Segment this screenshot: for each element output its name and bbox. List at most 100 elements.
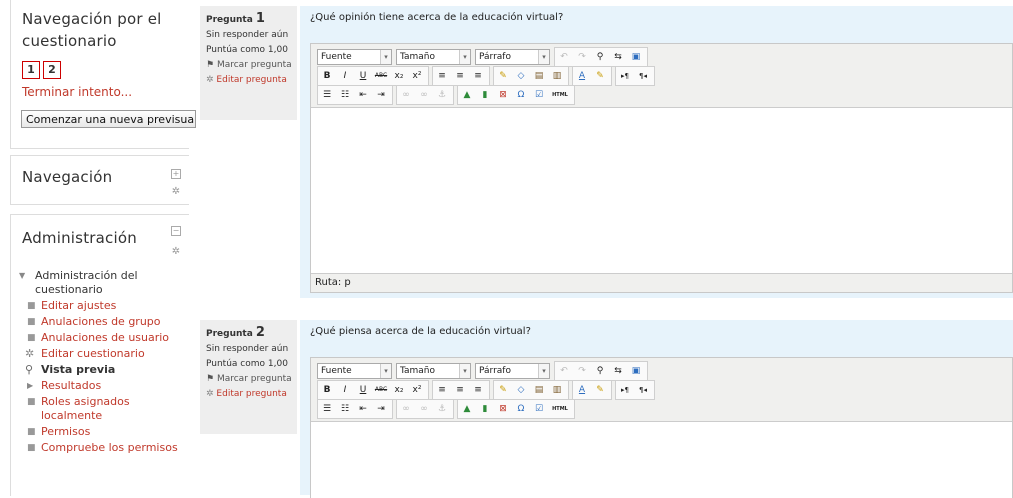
finish-attempt-link[interactable]: Terminar intento... <box>22 85 132 99</box>
underline-icon[interactable]: U <box>355 68 371 84</box>
format-select[interactable]: Párrafo ▾ <box>475 363 550 379</box>
underline-icon[interactable]: U <box>355 382 371 398</box>
flag-question-link[interactable]: ⚑ Marcar pregunta <box>206 374 293 385</box>
redo-icon[interactable]: ↷ <box>574 363 590 379</box>
subscript-icon[interactable]: x₂ <box>391 382 407 398</box>
tree-item-edit-quiz[interactable]: ✲ Editar cuestionario <box>19 347 187 361</box>
align-center-icon[interactable]: ≡ <box>452 382 468 398</box>
special-char-icon[interactable]: Ω <box>513 401 529 417</box>
question-button-1[interactable]: 1 <box>22 61 40 79</box>
image-icon[interactable]: ▲ <box>459 87 475 103</box>
italic-icon[interactable]: I <box>337 382 353 398</box>
size-select[interactable]: Tamaño ▾ <box>396 363 471 379</box>
align-right-icon[interactable]: ≡ <box>470 382 486 398</box>
fullscreen-icon[interactable]: ▣ <box>628 49 644 65</box>
collapse-icon[interactable]: − <box>171 226 181 236</box>
media-icon[interactable]: ▮ <box>477 401 493 417</box>
numbered-list-icon[interactable]: ☷ <box>337 401 353 417</box>
undo-icon[interactable]: ↶ <box>556 363 572 379</box>
html-source-icon[interactable]: HTML <box>549 87 571 103</box>
clean-format-icon[interactable]: ✎ <box>495 382 511 398</box>
image-icon[interactable]: ▲ <box>459 401 475 417</box>
numbered-list-icon[interactable]: ☷ <box>337 87 353 103</box>
find-icon[interactable]: ⚲ <box>592 363 608 379</box>
rich-text-editor[interactable]: Fuente ▾ Tamaño ▾ Párrafo ▾ ↶ ↷ ⚲ ⇆ ▣ B I U… <box>310 43 1013 293</box>
paste-text-icon[interactable]: ▤ <box>531 382 547 398</box>
spellcheck-icon[interactable]: ☑ <box>531 401 547 417</box>
align-left-icon[interactable]: ≡ <box>434 68 450 84</box>
indent-icon[interactable]: ⇥ <box>373 87 389 103</box>
tree-item-edit-settings[interactable]: ■ Editar ajustes <box>19 299 187 313</box>
gear-icon[interactable]: ✲ <box>171 187 181 197</box>
strikethrough-icon[interactable]: ABC <box>373 382 389 398</box>
highlight-color-icon[interactable]: ✎ <box>592 68 608 84</box>
anchor-icon[interactable]: ⚓ <box>434 87 450 103</box>
replace-icon[interactable]: ⇆ <box>610 363 626 379</box>
clean-format-icon[interactable]: ✎ <box>495 68 511 84</box>
undo-icon[interactable]: ↶ <box>556 49 572 65</box>
outdent-icon[interactable]: ⇤ <box>355 401 371 417</box>
moodle-media-icon[interactable]: ⊠ <box>495 87 511 103</box>
align-left-icon[interactable]: ≡ <box>434 382 450 398</box>
html-source-icon[interactable]: HTML <box>549 401 571 417</box>
restart-preview-button[interactable]: Comenzar una nueva previsualización <box>21 110 196 128</box>
paste-word-icon[interactable]: ▥ <box>549 68 565 84</box>
link-icon[interactable]: ∞ <box>398 87 414 103</box>
rtl-icon[interactable]: ¶◂ <box>635 382 651 398</box>
bullet-list-icon[interactable]: ☰ <box>319 401 335 417</box>
font-select[interactable]: Fuente ▾ <box>317 363 392 379</box>
tree-item-group-overrides[interactable]: ■ Anulaciones de grupo <box>19 315 187 329</box>
bullet-list-icon[interactable]: ☰ <box>319 87 335 103</box>
paste-text-icon[interactable]: ▤ <box>531 68 547 84</box>
format-select[interactable]: Párrafo ▾ <box>475 49 550 65</box>
superscript-icon[interactable]: x² <box>409 382 425 398</box>
font-select[interactable]: Fuente ▾ <box>317 49 392 65</box>
ltr-icon[interactable]: ▸¶ <box>617 382 633 398</box>
tree-item-local-roles[interactable]: ■ Roles asignados localmente <box>19 395 187 423</box>
edit-question-link[interactable]: ✲ Editar pregunta <box>206 389 293 400</box>
tree-item-permissions[interactable]: ■ Permisos <box>19 425 187 439</box>
edit-question-link[interactable]: ✲ Editar pregunta <box>206 75 293 86</box>
text-color-icon[interactable]: A <box>574 68 590 84</box>
indent-icon[interactable]: ⇥ <box>373 401 389 417</box>
tree-item-preview[interactable]: ⚲ Vista previa <box>19 363 187 377</box>
italic-icon[interactable]: I <box>337 68 353 84</box>
align-center-icon[interactable]: ≡ <box>452 68 468 84</box>
eraser-icon[interactable]: ◇ <box>513 68 529 84</box>
bold-icon[interactable]: B <box>319 382 335 398</box>
link-icon[interactable]: ∞ <box>398 401 414 417</box>
unlink-icon[interactable]: ∞ <box>416 401 432 417</box>
strikethrough-icon[interactable]: ABC <box>373 68 389 84</box>
subscript-icon[interactable]: x₂ <box>391 68 407 84</box>
bold-icon[interactable]: B <box>319 68 335 84</box>
size-select[interactable]: Tamaño ▾ <box>396 49 471 65</box>
align-right-icon[interactable]: ≡ <box>470 68 486 84</box>
dock-icon[interactable]: + <box>171 169 181 179</box>
rtl-icon[interactable]: ¶◂ <box>635 68 651 84</box>
unlink-icon[interactable]: ∞ <box>416 87 432 103</box>
tree-item-user-overrides[interactable]: ■ Anulaciones de usuario <box>19 331 187 345</box>
replace-icon[interactable]: ⇆ <box>610 49 626 65</box>
text-color-icon[interactable]: A <box>574 382 590 398</box>
rich-text-editor[interactable]: Fuente ▾ Tamaño ▾ Párrafo ▾ ↶ ↷ ⚲ ⇆ ▣ B I U… <box>310 357 1013 498</box>
anchor-icon[interactable]: ⚓ <box>434 401 450 417</box>
outdent-icon[interactable]: ⇤ <box>355 87 371 103</box>
spellcheck-icon[interactable]: ☑ <box>531 87 547 103</box>
flag-question-link[interactable]: ⚑ Marcar pregunta <box>206 60 293 71</box>
ltr-icon[interactable]: ▸¶ <box>617 68 633 84</box>
find-icon[interactable]: ⚲ <box>592 49 608 65</box>
tree-root[interactable]: ▼ Administración del cuestionario <box>19 269 187 297</box>
tree-item-check-permissions[interactable]: ■ Compruebe los permisos <box>19 441 187 455</box>
fullscreen-icon[interactable]: ▣ <box>628 363 644 379</box>
redo-icon[interactable]: ↷ <box>574 49 590 65</box>
paste-word-icon[interactable]: ▥ <box>549 382 565 398</box>
tree-item-results[interactable]: ▶ Resultados <box>19 379 187 393</box>
eraser-icon[interactable]: ◇ <box>513 382 529 398</box>
superscript-icon[interactable]: x² <box>409 68 425 84</box>
media-icon[interactable]: ▮ <box>477 87 493 103</box>
highlight-color-icon[interactable]: ✎ <box>592 382 608 398</box>
gear-icon[interactable]: ✲ <box>171 247 181 257</box>
moodle-media-icon[interactable]: ⊠ <box>495 401 511 417</box>
question-button-2[interactable]: 2 <box>43 61 61 79</box>
special-char-icon[interactable]: Ω <box>513 87 529 103</box>
